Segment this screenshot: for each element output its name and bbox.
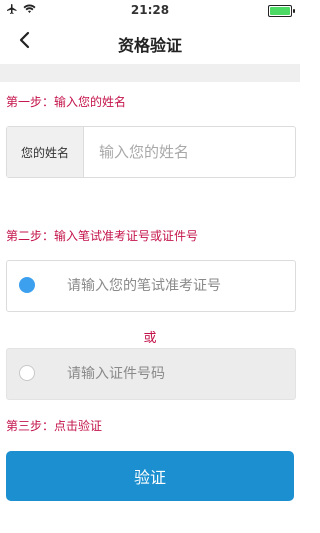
page-title: 资格验证	[117, 36, 182, 55]
id-number-option[interactable]	[6, 348, 296, 400]
status-bar: 21:28	[0, 0, 300, 20]
or-divider-text: 或	[143, 331, 157, 346]
step1-label: 第一步：输入您的姓名	[6, 95, 127, 109]
verify-button[interactable]: 验证	[6, 451, 294, 501]
id-number-radio[interactable]	[19, 365, 35, 381]
step3-label: 第三步：点击验证	[6, 419, 103, 433]
status-time: 21:28	[130, 3, 170, 17]
battery-icon	[268, 5, 295, 17]
exam-number-radio[interactable]	[19, 277, 35, 293]
name-input[interactable]	[89, 127, 289, 177]
verify-button-label: 验证	[133, 468, 166, 487]
nav-bar: 资格验证	[0, 20, 300, 64]
name-field-label: 您的姓名	[7, 127, 84, 177]
exam-number-option[interactable]	[6, 260, 296, 312]
id-number-input[interactable]	[57, 349, 289, 399]
nav-separator	[0, 64, 300, 82]
name-field: 您的姓名	[6, 126, 296, 178]
step2-label: 第二步：输入笔试准考证号或证件号	[6, 229, 199, 243]
exam-number-input[interactable]	[57, 261, 289, 311]
